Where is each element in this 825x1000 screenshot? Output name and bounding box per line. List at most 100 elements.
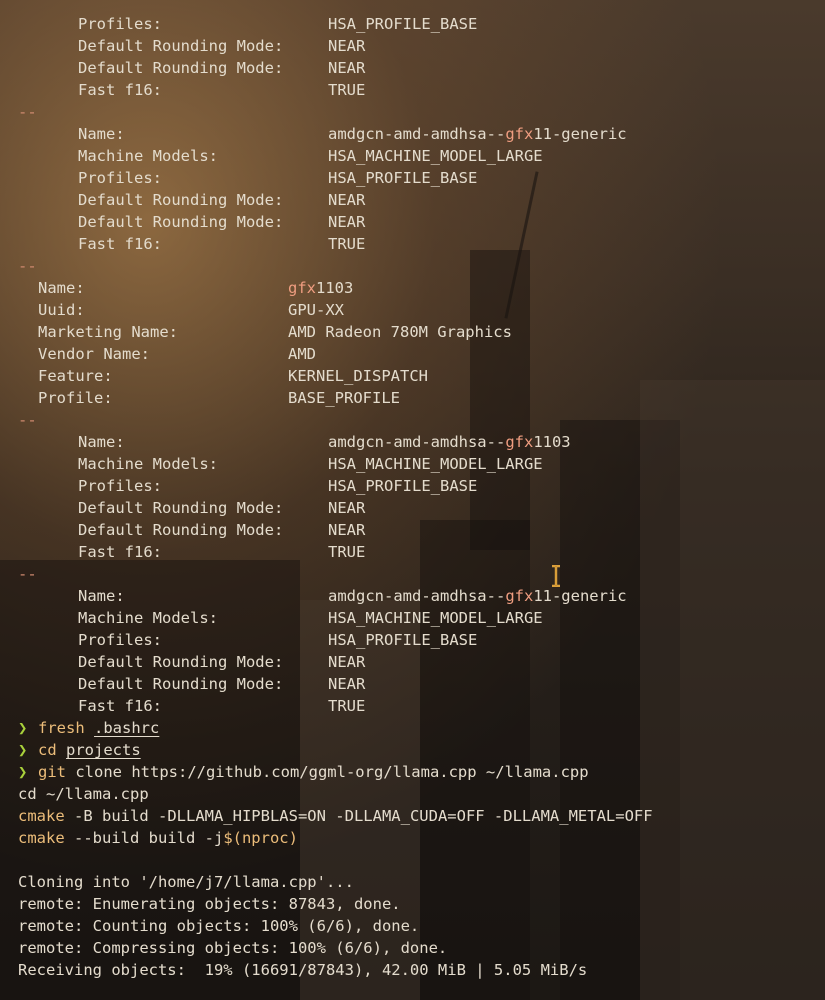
terminal-line: Name: amdgcn-amd-amdhsa--gfx11-generic	[0, 123, 825, 145]
command-name: fresh	[38, 719, 85, 737]
field-value: TRUE	[328, 697, 366, 715]
terminal-line: Default Rounding Mode: NEAR	[0, 651, 825, 673]
terminal-line: Profiles: HSA_PROFILE_BASE	[0, 629, 825, 651]
command-args: --build build -j	[64, 829, 224, 847]
field-value: NEAR	[328, 653, 366, 671]
search-highlight: gfx	[288, 279, 316, 297]
field-label: Fast f16:	[78, 697, 162, 715]
field-label: Uuid:	[38, 301, 85, 319]
command-line: ❯ fresh .bashrc	[0, 717, 825, 739]
terminal-line: Profiles: HSA_PROFILE_BASE	[0, 475, 825, 497]
field-label: Machine Models:	[78, 455, 218, 473]
terminal-line: Marketing Name: AMD Radeon 780M Graphics	[0, 321, 825, 343]
field-value: NEAR	[328, 191, 366, 209]
field-label: Marketing Name:	[38, 323, 178, 341]
field-label: Profiles:	[78, 631, 162, 649]
field-label: Name:	[78, 433, 125, 451]
field-label: Default Rounding Mode:	[78, 499, 284, 517]
field-label: Default Rounding Mode:	[78, 59, 284, 77]
terminal-line: Profiles: HSA_PROFILE_BASE	[0, 13, 825, 35]
output-line: remote: Enumerating objects: 87843, done…	[0, 893, 825, 915]
terminal-line: Default Rounding Mode: NEAR	[0, 211, 825, 233]
field-label: Name:	[38, 279, 85, 297]
command-continuation: cmake --build build -j$(nproc)	[0, 827, 825, 849]
field-label: Machine Models:	[78, 609, 218, 627]
isa-prefix: amdgcn-amd-amdhsa--	[328, 587, 506, 605]
path-argument[interactable]: .bashrc	[94, 719, 159, 737]
terminal-line: Profiles: HSA_PROFILE_BASE	[0, 167, 825, 189]
isa-suffix: 1103	[533, 433, 571, 451]
agent-name-suffix: 1103	[316, 279, 354, 297]
git-output: remote: Counting objects: 100% (6/6), do…	[18, 917, 420, 935]
field-label: Default Rounding Mode:	[78, 675, 284, 693]
field-label: Default Rounding Mode:	[78, 521, 284, 539]
command-substitution: $(nproc)	[223, 829, 298, 847]
isa-suffix: 11-generic	[533, 125, 627, 143]
field-label: Machine Models:	[78, 147, 218, 165]
command-name: git	[38, 763, 66, 781]
terminal-line: Profile: BASE_PROFILE	[0, 387, 825, 409]
output-line: remote: Compressing objects: 100% (6/6),…	[0, 937, 825, 959]
terminal-line: Default Rounding Mode: NEAR	[0, 673, 825, 695]
isa-prefix: amdgcn-amd-amdhsa--	[328, 433, 506, 451]
command-args: ~/llama.cpp	[36, 785, 149, 803]
isa-prefix: amdgcn-amd-amdhsa--	[328, 125, 506, 143]
terminal-line: Machine Models: HSA_MACHINE_MODEL_LARGE	[0, 607, 825, 629]
separator: --	[18, 257, 37, 275]
separator-line: --	[0, 255, 825, 277]
command-name: cmake	[18, 807, 65, 825]
separator-line: --	[0, 101, 825, 123]
field-label: Default Rounding Mode:	[78, 653, 284, 671]
terminal-line: Name: amdgcn-amd-amdhsa--gfx11-generic	[0, 585, 825, 607]
field-label: Name:	[78, 587, 125, 605]
field-label: Fast f16:	[78, 81, 162, 99]
command-args: clone https://github.com/ggml-org/llama.…	[66, 763, 589, 781]
command-line: ❯ cd projects	[0, 739, 825, 761]
separator-line: --	[0, 409, 825, 431]
field-label: Name:	[78, 125, 125, 143]
separator: --	[18, 103, 37, 121]
field-value: HSA_PROFILE_BASE	[328, 477, 478, 495]
command-name: cmake	[18, 829, 65, 847]
terminal-line: Feature: KERNEL_DISPATCH	[0, 365, 825, 387]
command-continuation: cmake -B build -DLLAMA_HIPBLAS=ON -DLLAM…	[0, 805, 825, 827]
field-value: HSA_MACHINE_MODEL_LARGE	[328, 147, 543, 165]
terminal-line: Default Rounding Mode: NEAR	[0, 497, 825, 519]
field-value: gfx1103	[288, 277, 353, 299]
search-highlight: gfx	[505, 587, 534, 605]
field-value: KERNEL_DISPATCH	[288, 367, 428, 385]
command-line: ❯ git clone https://github.com/ggml-org/l…	[0, 761, 825, 783]
terminal-window[interactable]: Profiles: HSA_PROFILE_BASE Default Roundi…	[0, 0, 825, 1000]
terminal-line: Default Rounding Mode: NEAR	[0, 189, 825, 211]
command-name: cd	[18, 785, 37, 803]
prompt-chevron-icon: ❯	[18, 719, 28, 737]
output-line: Cloning into '/home/j7/llama.cpp'...	[0, 871, 825, 893]
terminal-line: Fast f16: TRUE	[0, 695, 825, 717]
field-label: Profiles:	[78, 15, 162, 33]
terminal-line: Machine Models: HSA_MACHINE_MODEL_LARGE	[0, 453, 825, 475]
field-label: Fast f16:	[78, 543, 162, 561]
search-highlight: gfx	[505, 125, 534, 143]
field-value: TRUE	[328, 81, 366, 99]
field-value: HSA_PROFILE_BASE	[328, 631, 478, 649]
field-label: Vendor Name:	[38, 345, 150, 363]
field-label: Default Rounding Mode:	[78, 37, 284, 55]
command-args: -B build -DLLAMA_HIPBLAS=ON -DLLAMA_CUDA…	[64, 807, 653, 825]
field-label: Feature:	[38, 367, 113, 385]
terminal-line: Default Rounding Mode: NEAR	[0, 519, 825, 541]
text-cursor-ibeam-icon	[552, 565, 560, 587]
output-line: remote: Counting objects: 100% (6/6), do…	[0, 915, 825, 937]
path-argument[interactable]: projects	[66, 741, 141, 759]
terminal-line: Fast f16: TRUE	[0, 541, 825, 563]
field-value: BASE_PROFILE	[288, 389, 400, 407]
field-value: NEAR	[328, 213, 366, 231]
field-value: amdgcn-amd-amdhsa--gfx1103	[328, 431, 571, 453]
git-progress: Receiving objects: 19% (16691/87843), 42…	[18, 961, 588, 979]
field-value: NEAR	[328, 59, 366, 77]
field-label: Default Rounding Mode:	[78, 191, 284, 209]
field-value: AMD Radeon 780M Graphics	[288, 323, 512, 341]
field-value: TRUE	[328, 543, 366, 561]
field-value: TRUE	[328, 235, 366, 253]
git-output: remote: Compressing objects: 100% (6/6),…	[18, 939, 448, 957]
field-value: NEAR	[328, 521, 366, 539]
